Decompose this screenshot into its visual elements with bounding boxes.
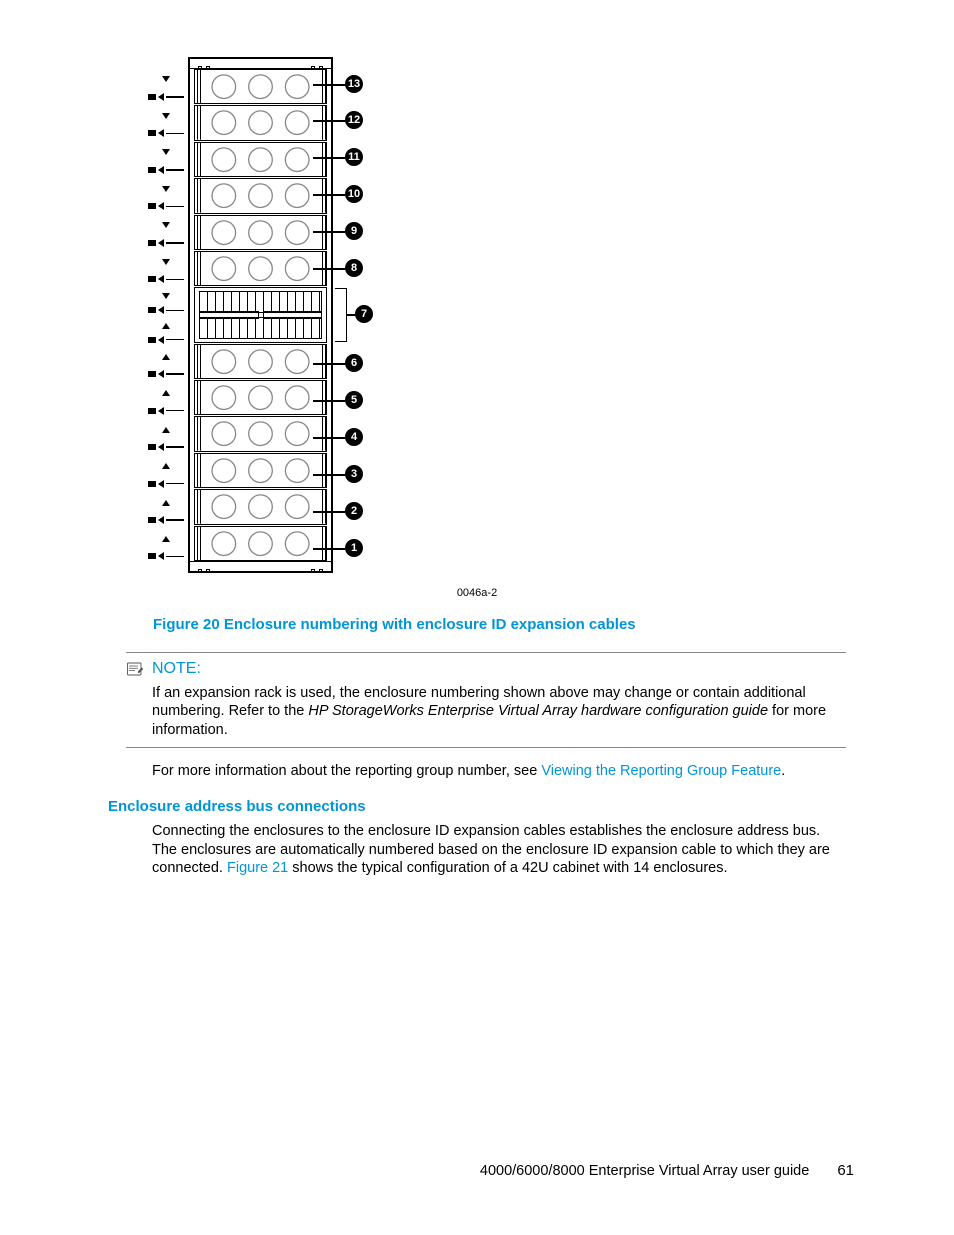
callout-6: 6: [345, 354, 363, 372]
callout-1: 1: [345, 539, 363, 557]
rack-illustration: [188, 57, 333, 573]
diagram-left-connectors: [146, 57, 186, 573]
paragraph-reporting-group: For more information about the reporting…: [152, 762, 846, 781]
note-block: NOTE: If an expansion rack is used, the …: [126, 652, 846, 748]
note-body: If an expansion rack is used, the enclos…: [152, 684, 846, 740]
link-reporting-group[interactable]: Viewing the Reporting Group Feature: [541, 763, 781, 779]
callout-9: 9: [345, 222, 363, 240]
footer-title: 4000/6000/8000 Enterprise Virtual Array …: [480, 1162, 809, 1181]
footer-page-number: 61: [837, 1161, 854, 1180]
paragraph-address-bus: Connecting the enclosures to the enclosu…: [152, 822, 846, 878]
page-footer: 4000/6000/8000 Enterprise Virtual Array …: [108, 1161, 854, 1181]
callout-12: 12: [345, 111, 363, 129]
callout-13: 13: [345, 75, 363, 93]
subheading-enclosure-address-bus: Enclosure address bus connections: [108, 797, 846, 816]
callout-3: 3: [345, 465, 363, 483]
para1-after: .: [781, 763, 785, 779]
callout-7: 7: [355, 305, 373, 323]
callout-8: 8: [345, 259, 363, 277]
callout-4: 4: [345, 428, 363, 446]
callout-10: 10: [345, 185, 363, 203]
callout-11: 11: [345, 148, 363, 166]
figure-diagram: 13 12 11 10 9 8 7 6 5 4 3 2 1 0046a-2: [108, 50, 846, 600]
callout-2: 2: [345, 502, 363, 520]
callout-5: 5: [345, 391, 363, 409]
diagram-code: 0046a-2: [108, 586, 846, 600]
para2-after: shows the typical configuration of a 42U…: [288, 860, 727, 876]
link-figure-21[interactable]: Figure 21: [227, 860, 288, 876]
note-icon: [126, 661, 144, 677]
figure-caption: Figure 20 Enclosure numbering with enclo…: [153, 615, 846, 634]
para1-before: For more information about the reporting…: [152, 763, 541, 779]
note-label: NOTE:: [152, 659, 201, 679]
note-text-italic: HP StorageWorks Enterprise Virtual Array…: [308, 703, 768, 719]
